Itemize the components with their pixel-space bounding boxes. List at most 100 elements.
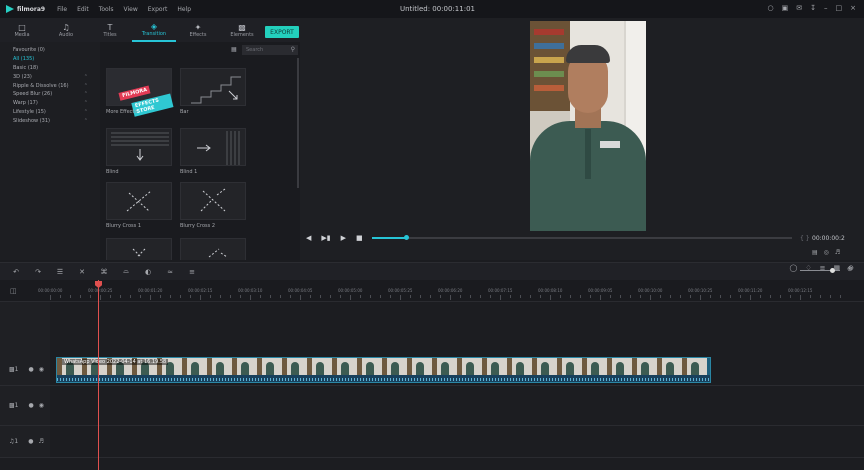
ruler-tick (300, 295, 301, 300)
category-item[interactable]: Slideshow (31) ⌃ (0, 116, 100, 125)
tab-audio[interactable]: ♫ Audio (44, 18, 88, 42)
ruler-tick (350, 295, 351, 300)
transition-thumb-bar[interactable] (180, 68, 246, 106)
search-icon[interactable]: ⚲ (291, 46, 295, 53)
audio-track-1[interactable] (50, 426, 864, 458)
progress-handle[interactable] (403, 235, 409, 240)
tab-audio-label: Audio (58, 31, 74, 38)
chevron-up-icon[interactable]: ⌃ (84, 91, 88, 97)
ruler-tick (190, 295, 191, 298)
chevron-up-icon[interactable]: ⌃ (84, 100, 88, 106)
playback-progress-bar[interactable] (372, 235, 792, 240)
category-item[interactable]: 3D (23) ⌃ (0, 72, 100, 81)
delete-icon[interactable]: ☰ (54, 268, 66, 276)
text-icon: T (107, 22, 113, 32)
category-item[interactable]: Speed Blur (26) ⌃ (0, 90, 100, 99)
chevron-up-icon[interactable]: ⌃ (84, 83, 88, 89)
add-track-icon[interactable]: ◫ (10, 287, 17, 295)
mail-icon[interactable]: ✉ (796, 4, 802, 12)
audio-mixer-icon[interactable]: ≈ (164, 268, 176, 276)
app-name: filmora9 (17, 5, 46, 13)
menu-help[interactable]: Help (177, 6, 191, 13)
transition-thumb[interactable] (106, 238, 172, 260)
render-icon[interactable]: ◯ (790, 264, 798, 272)
category-item[interactable]: All (135) (0, 55, 100, 64)
video-clip[interactable]: WhatsApp Video 2022-04-14 at 16.19.58 (56, 357, 711, 383)
chevron-up-icon[interactable]: ⌃ (84, 74, 88, 80)
transition-thumb-blind[interactable] (106, 128, 172, 166)
category-item[interactable]: Warp (17) ⌃ (0, 99, 100, 108)
video-track-2[interactable] (50, 386, 864, 426)
library-scrollbar[interactable] (297, 58, 299, 188)
export-button[interactable]: EXPORT (265, 26, 299, 38)
tab-effects[interactable]: ✦ Effects (176, 18, 220, 42)
display-icon[interactable]: ▤ (812, 249, 818, 256)
ruler-tick (580, 295, 581, 298)
crop-icon[interactable]: ⌘ (98, 268, 110, 276)
lock-icon[interactable]: ● (29, 366, 34, 373)
chevron-up-icon[interactable]: ⌃ (84, 118, 88, 124)
clip-frame (232, 358, 257, 375)
transition-thumb-blurry-cross-1[interactable] (106, 182, 172, 220)
redo-icon[interactable]: ↷ (32, 268, 44, 276)
ruler-tick (830, 295, 831, 298)
undo-icon[interactable]: ↶ (10, 268, 22, 276)
tab-transition[interactable]: ◈ Transition (132, 18, 176, 42)
grid-view-icon[interactable]: ▦ (231, 46, 237, 53)
category-item[interactable]: Lifestyle (15) ⌃ (0, 108, 100, 117)
transition-library: ▦ Search ⚲ FILMORA EFFECTS STORE More Ef… (100, 42, 300, 260)
ruler-tick (180, 295, 181, 298)
timeline-ruler[interactable]: ◫ 00:00:00:00 00:00:00:25 00:00:01:20 00:00… (0, 280, 864, 302)
category-item[interactable]: Favourite (0) (0, 46, 100, 55)
stop-icon[interactable]: ■ (356, 234, 363, 242)
menu-tools[interactable]: Tools (99, 6, 114, 13)
account-icon[interactable]: ○ (768, 4, 774, 12)
minimize-icon[interactable]: – (824, 4, 828, 12)
transition-thumb-blurry-cross-2[interactable] (180, 182, 246, 220)
menu-view[interactable]: View (124, 6, 138, 13)
audio-track-icon: ♫1 (9, 438, 19, 445)
split-icon[interactable]: ≡ (186, 268, 198, 276)
cut-icon[interactable]: ✕ (76, 268, 88, 276)
ruler-tick (440, 295, 441, 298)
ruler-tick (540, 295, 541, 298)
category-item[interactable]: Basic (18) (0, 64, 100, 73)
transition-thumb-blind-1[interactable] (180, 128, 246, 166)
close-icon[interactable]: × (850, 4, 856, 12)
menu-file[interactable]: File (57, 6, 67, 13)
timeline-zoom-slider[interactable] (800, 268, 840, 273)
tab-titles[interactable]: T Titles (88, 18, 132, 42)
transition-thumb[interactable] (180, 238, 246, 260)
video-preview[interactable] (530, 21, 646, 231)
ruler-timecode: 00:00:00:25 (88, 288, 113, 293)
speed-icon[interactable]: ⌓ (120, 267, 132, 276)
volume-icon[interactable]: ♬ (835, 249, 840, 256)
previous-frame-icon[interactable]: ◀ (306, 234, 311, 242)
tab-elements[interactable]: ▩ Elements (220, 18, 264, 42)
category-item[interactable]: Ripple & Dissolve (16) ⌃ (0, 81, 100, 90)
zoom-in-icon[interactable]: ⊕ (847, 265, 853, 273)
menu-export[interactable]: Export (148, 6, 168, 13)
lock-icon[interactable]: ● (28, 438, 33, 445)
zoom-handle[interactable] (830, 268, 835, 273)
snapshot-icon[interactable]: ◎ (824, 249, 829, 256)
download-icon[interactable]: ↧ (810, 4, 816, 12)
save-icon[interactable]: ▣ (782, 4, 789, 12)
clip-frame (682, 358, 707, 375)
menu-edit[interactable]: Edit (77, 6, 89, 13)
color-icon[interactable]: ◐ (142, 268, 154, 276)
tab-media[interactable]: □ Media (0, 18, 44, 42)
maximize-icon[interactable]: □ (836, 4, 843, 12)
transition-thumb-more-effects[interactable]: FILMORA EFFECTS STORE (106, 68, 174, 117)
playhead[interactable] (98, 280, 99, 470)
chevron-up-icon[interactable]: ⌃ (84, 109, 88, 115)
next-frame-icon[interactable]: ▶▮ (321, 234, 330, 242)
play-icon[interactable]: ▶ (341, 234, 346, 242)
eye-icon[interactable]: ◉ (39, 402, 44, 409)
search-input[interactable]: Search ⚲ (242, 45, 298, 55)
ruler-tick (790, 295, 791, 298)
lock-icon[interactable]: ● (29, 402, 34, 409)
mark-in-out-icon[interactable]: { } (800, 235, 810, 242)
speaker-icon[interactable]: ♬ (38, 438, 43, 445)
eye-icon[interactable]: ◉ (39, 366, 44, 373)
